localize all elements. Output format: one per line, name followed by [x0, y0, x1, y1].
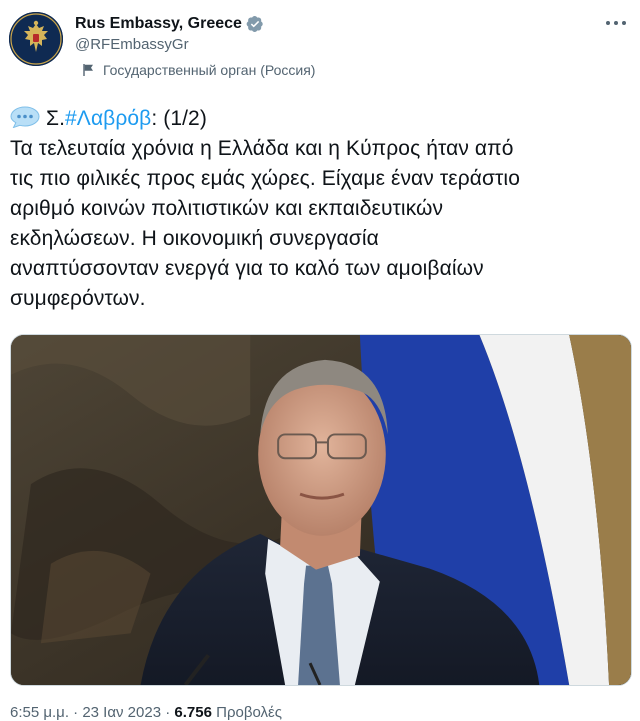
meta-separator: · [73, 704, 79, 721]
tweet-text-line: εκδηλώσεων. Η οικονομική συνεργασία [10, 227, 379, 250]
flag-icon [82, 63, 96, 77]
more-options-dot [614, 21, 618, 25]
tweet-header: Rus Embassy, Greece @RFEmbassyGr Государ… [9, 10, 631, 90]
more-options-icon [606, 21, 610, 25]
tweet-text-line: Τα τελευταία χρόνια η Ελλάδα και η Κύπρο… [10, 137, 514, 160]
views-count[interactable]: 6.756 [174, 704, 212, 721]
portrait-image [11, 335, 631, 685]
tweet-card: Rus Embassy, Greece @RFEmbassyGr Государ… [0, 0, 640, 721]
avatar[interactable] [9, 12, 63, 66]
tweet-suffix: : (1/2) [151, 107, 207, 130]
verified-badge-icon[interactable] [246, 15, 264, 33]
affiliation-text: Государственный орган (Россия) [103, 62, 316, 78]
meta-separator: · [165, 704, 171, 721]
more-options-dot [622, 21, 626, 25]
tweet-text-line: Σ.#Λαβρόβ: (1/2) [10, 104, 630, 134]
hashtag-link[interactable]: #Λαβρόβ [65, 107, 151, 130]
tweet-date[interactable]: 23 Ιαν 2023 [82, 704, 161, 721]
tweet-text: Σ.#Λαβρόβ: (1/2) Τα τελευταία χρόνια η Ε… [10, 104, 630, 314]
tweet-text-line: αναπτύσσονταν ενεργά για το καλό των αμο… [10, 257, 484, 280]
account-handle[interactable]: @RFEmbassyGr [75, 36, 189, 53]
affiliation-label[interactable]: Государственный орган (Россия) [82, 62, 315, 78]
tweet-prefix: Σ. [46, 107, 66, 130]
display-name[interactable]: Rus Embassy, Greece [75, 15, 242, 33]
tweet-meta: 6:55 μ.μ. · 23 Ιαν 2023 · 6.756 Προβολές [10, 704, 282, 721]
tweet-time[interactable]: 6:55 μ.μ. [10, 704, 69, 721]
tweet-photo[interactable] [10, 334, 632, 686]
views-label: Προβολές [216, 704, 282, 721]
coat-of-arms-icon [9, 12, 63, 66]
more-options-button[interactable] [601, 12, 631, 34]
tweet-text-line: αριθμό κοινών πολιτιστικών και εκπαιδευτ… [10, 197, 444, 220]
tweet-text-line: συμφερόντων. [10, 287, 146, 310]
tweet-text-line: τις πιο φιλικές προς εμάς χώρες. Είχαμε … [10, 167, 520, 190]
name-row: Rus Embassy, Greece [75, 13, 264, 35]
speech-balloon-icon [10, 106, 40, 128]
